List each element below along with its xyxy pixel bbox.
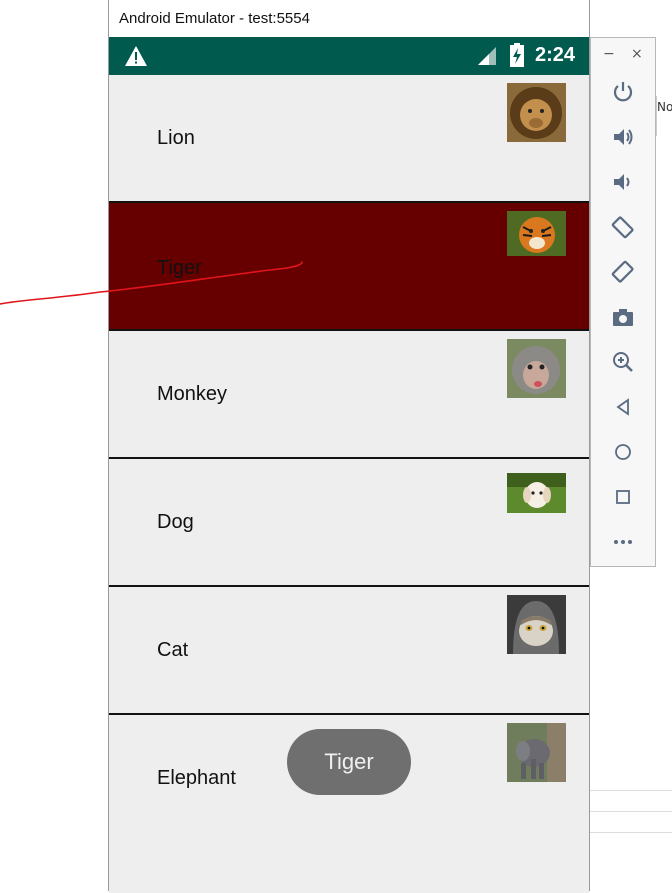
power-icon[interactable] bbox=[611, 80, 635, 104]
list-item-label: Lion bbox=[157, 127, 195, 149]
monkey-photo bbox=[507, 339, 566, 398]
list-item-label: Elephant bbox=[157, 767, 236, 789]
home-icon[interactable] bbox=[611, 440, 635, 464]
emulator-titlebar[interactable]: Android Emulator - test:5554 bbox=[109, 0, 589, 37]
signal-icon bbox=[478, 47, 496, 65]
back-icon[interactable] bbox=[611, 395, 635, 419]
zoom-icon[interactable] bbox=[611, 350, 635, 374]
rotate-left-icon[interactable] bbox=[611, 215, 635, 239]
lion-photo bbox=[507, 83, 566, 142]
background-window-fragment bbox=[584, 0, 672, 8]
background-lines bbox=[590, 790, 672, 891]
window-title: Android Emulator - test:5554 bbox=[119, 10, 310, 27]
volume-up-icon[interactable] bbox=[611, 125, 635, 149]
dog-photo bbox=[507, 473, 566, 513]
list-item-label: Cat bbox=[157, 639, 189, 661]
list-item-monkey[interactable]: Monkey bbox=[109, 331, 589, 459]
list-item-tiger[interactable]: Tiger bbox=[109, 203, 589, 331]
emulator-side-toolbar: − × bbox=[590, 37, 656, 567]
toast-message: Tiger bbox=[287, 729, 411, 795]
tiger-photo bbox=[507, 211, 566, 256]
cat-photo bbox=[507, 595, 566, 654]
volume-down-icon[interactable] bbox=[611, 170, 635, 194]
status-clock: 2:24 bbox=[535, 44, 576, 66]
more-icon[interactable] bbox=[611, 530, 635, 554]
emulator-window: Android Emulator - test:5554 2:24 Lion T… bbox=[108, 0, 590, 893]
background-panel-fragment: No bbox=[656, 96, 672, 136]
rotate-right-icon[interactable] bbox=[611, 260, 635, 284]
warning-icon bbox=[125, 46, 147, 66]
background-side-text: No bbox=[657, 100, 672, 114]
list-item-label: Monkey bbox=[157, 383, 228, 405]
list-item-label: Tiger bbox=[157, 257, 202, 279]
camera-icon[interactable] bbox=[611, 305, 635, 329]
status-bar: 2:24 bbox=[109, 37, 589, 75]
elephant-photo bbox=[507, 723, 566, 782]
list-item-lion[interactable]: Lion bbox=[109, 75, 589, 203]
overview-icon[interactable] bbox=[611, 485, 635, 509]
list-item-dog[interactable]: Dog bbox=[109, 459, 589, 587]
list-item-cat[interactable]: Cat bbox=[109, 587, 589, 715]
battery-charging-icon bbox=[510, 43, 524, 67]
list-item-label: Dog bbox=[157, 511, 194, 533]
toolbar-minimize-button[interactable]: − bbox=[603, 46, 615, 62]
toolbar-close-button[interactable]: × bbox=[631, 46, 643, 62]
